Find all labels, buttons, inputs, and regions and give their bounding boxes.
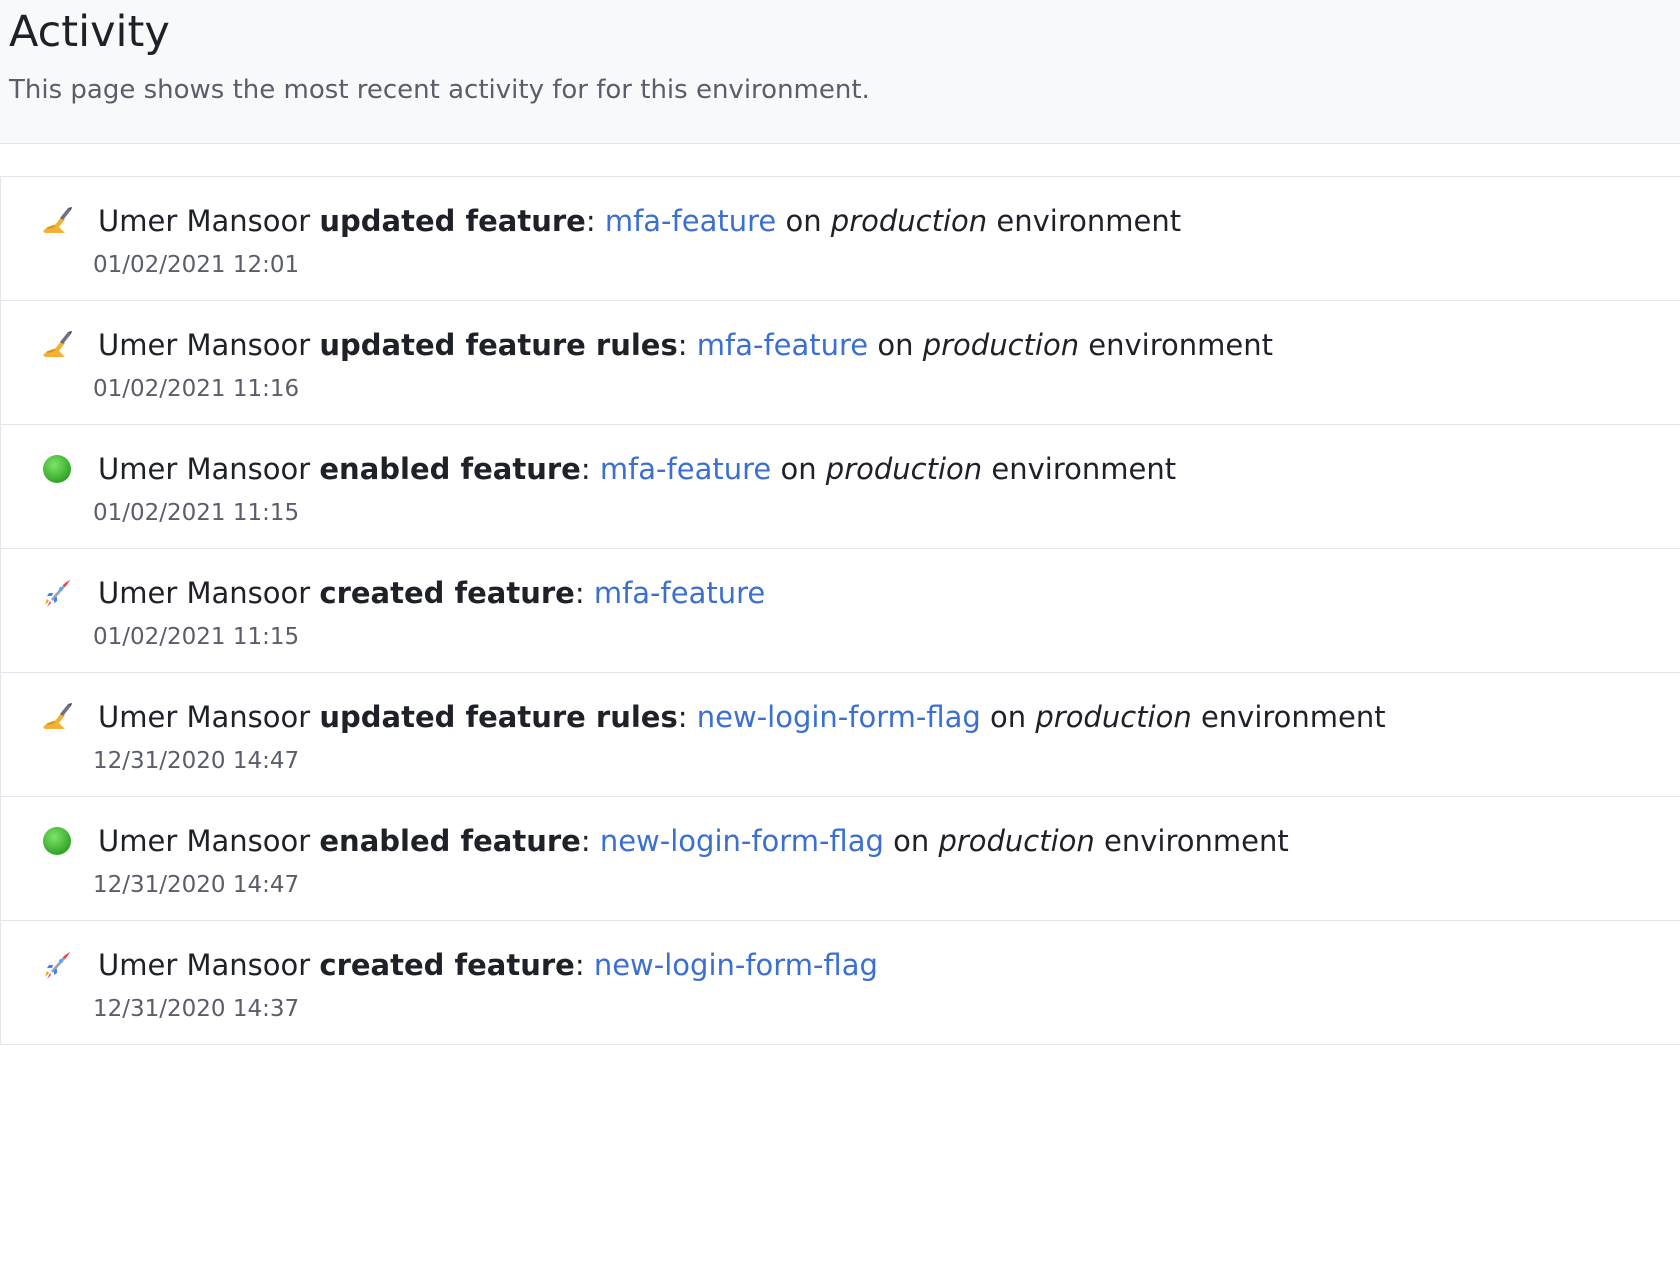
activity-timestamp: 12/31/2020 14:47 <box>93 748 300 774</box>
activity-timestamp: 12/31/2020 14:37 <box>93 996 300 1022</box>
activity-description: Umer Mansoor enabled feature: mfa-featur… <box>98 451 1176 487</box>
activity-env-suffix: environment <box>1200 700 1386 734</box>
activity-action: updated feature rules <box>319 328 678 362</box>
activity-item: Umer Mansoor updated feature: mfa-featur… <box>1 177 1680 301</box>
activity-separator: : <box>677 700 688 734</box>
writing-hand-icon <box>41 701 73 733</box>
activity-item: Umer Mansoor enabled feature: new-login-… <box>1 797 1680 921</box>
activity-user: Umer Mansoor <box>98 576 311 610</box>
activity-on: on <box>780 452 817 486</box>
feature-link[interactable]: mfa-feature <box>697 328 868 362</box>
activity-user: Umer Mansoor <box>98 328 311 362</box>
activity-on: on <box>877 328 914 362</box>
activity-list: Umer Mansoor updated feature: mfa-featur… <box>0 176 1680 1045</box>
activity-environment: production <box>830 204 988 238</box>
activity-action: enabled feature <box>319 824 581 858</box>
activity-description: Umer Mansoor created feature: mfa-featur… <box>98 575 765 611</box>
feature-link[interactable]: mfa-feature <box>594 576 765 610</box>
activity-separator: : <box>580 824 591 858</box>
green-circle-icon <box>41 453 73 485</box>
feature-link[interactable]: mfa-feature <box>600 452 771 486</box>
activity-on: on <box>990 700 1027 734</box>
activity-user: Umer Mansoor <box>98 700 311 734</box>
activity-action: updated feature rules <box>319 700 678 734</box>
activity-user: Umer Mansoor <box>98 948 311 982</box>
page-subtitle: This page shows the most recent activity… <box>9 75 870 105</box>
activity-environment: production <box>825 452 983 486</box>
activity-timestamp: 01/02/2021 12:01 <box>93 252 300 278</box>
activity-action: created feature <box>319 948 575 982</box>
activity-user: Umer Mansoor <box>98 204 311 238</box>
activity-item: Umer Mansoor enabled feature: mfa-featur… <box>1 425 1680 549</box>
activity-environment: production <box>1035 700 1192 734</box>
feature-link[interactable]: new-login-form-flag <box>600 824 884 858</box>
green-circle-icon <box>41 825 73 857</box>
activity-action: enabled feature <box>319 452 581 486</box>
activity-timestamp: 01/02/2021 11:16 <box>93 376 300 402</box>
page-title: Activity <box>9 7 170 57</box>
rocket-icon <box>41 577 73 609</box>
activity-timestamp: 01/02/2021 11:15 <box>93 500 300 526</box>
feature-link[interactable]: new-login-form-flag <box>697 700 981 734</box>
activity-user: Umer Mansoor <box>98 824 311 858</box>
activity-env-suffix: environment <box>1104 824 1289 858</box>
activity-item: Umer Mansoor updated feature rules: new-… <box>1 673 1680 797</box>
activity-item: Umer Mansoor created feature: new-login-… <box>1 921 1680 1045</box>
activity-action: updated feature <box>319 204 586 238</box>
activity-description: Umer Mansoor enabled feature: new-login-… <box>98 823 1289 859</box>
activity-action: created feature <box>319 576 575 610</box>
activity-description: Umer Mansoor updated feature: mfa-featur… <box>98 203 1181 239</box>
writing-hand-icon <box>41 329 73 361</box>
activity-env-suffix: environment <box>1088 328 1273 362</box>
activity-description: Umer Mansoor updated feature rules: mfa-… <box>98 327 1273 363</box>
feature-link[interactable]: new-login-form-flag <box>594 948 878 982</box>
activity-separator: : <box>677 328 688 362</box>
writing-hand-icon <box>41 205 73 237</box>
activity-user: Umer Mansoor <box>98 452 311 486</box>
activity-separator: : <box>574 948 585 982</box>
activity-on: on <box>785 204 822 238</box>
rocket-icon <box>41 949 73 981</box>
activity-item: Umer Mansoor updated feature rules: mfa-… <box>1 301 1680 425</box>
activity-env-suffix: environment <box>991 452 1177 486</box>
activity-timestamp: 12/31/2020 14:47 <box>93 872 300 898</box>
feature-link[interactable]: mfa-feature <box>605 204 776 238</box>
activity-separator: : <box>585 204 596 238</box>
activity-separator: : <box>574 576 585 610</box>
page-header: Activity This page shows the most recent… <box>0 0 1680 144</box>
activity-item: Umer Mansoor created feature: mfa-featur… <box>1 549 1680 673</box>
activity-on: on <box>893 824 930 858</box>
activity-env-suffix: environment <box>996 204 1182 238</box>
activity-description: Umer Mansoor created feature: new-login-… <box>98 947 878 983</box>
activity-description: Umer Mansoor updated feature rules: new-… <box>98 699 1386 735</box>
activity-timestamp: 01/02/2021 11:15 <box>93 624 300 650</box>
activity-environment: production <box>922 328 1080 362</box>
activity-environment: production <box>938 824 1095 858</box>
activity-separator: : <box>580 452 591 486</box>
